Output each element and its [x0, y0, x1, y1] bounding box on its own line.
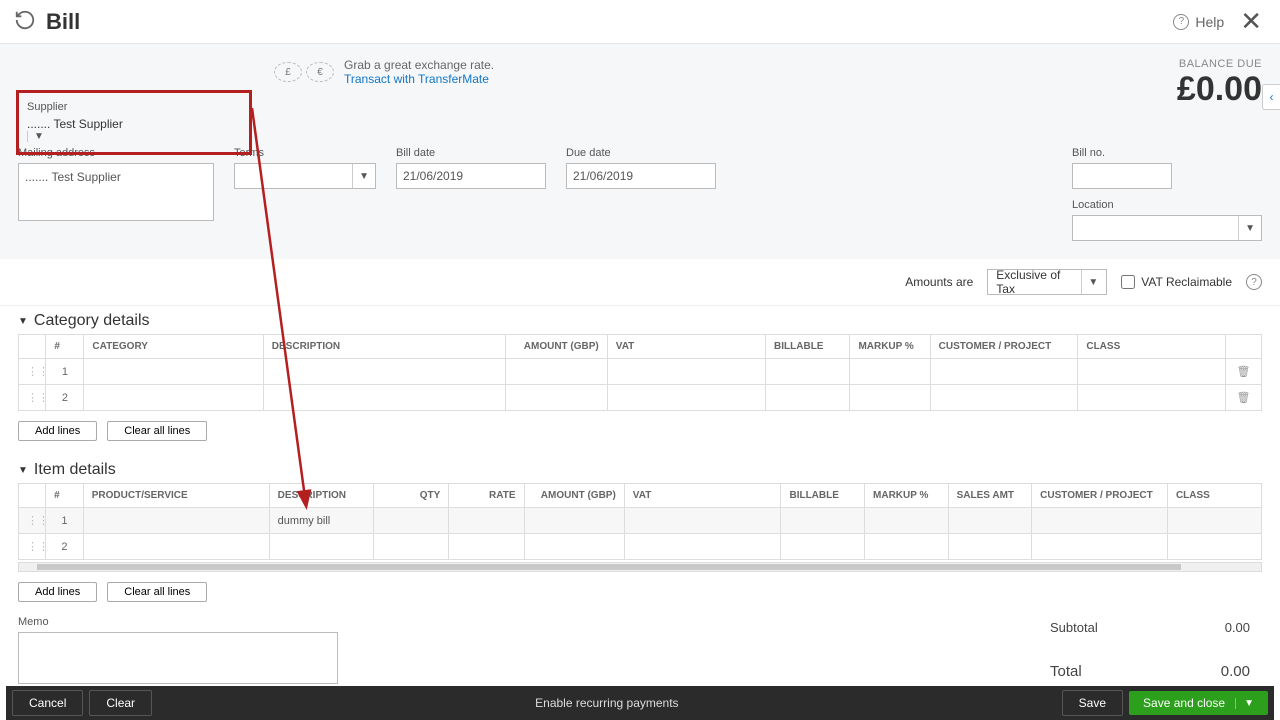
col-product: PRODUCT/SERVICE	[83, 484, 269, 508]
col-qty: QTY	[374, 484, 449, 508]
promo-line: Grab a great exchange rate.	[344, 58, 494, 72]
balance-due-label: BALANCE DUE	[1177, 58, 1262, 70]
history-icon[interactable]	[14, 9, 36, 34]
memo-input[interactable]	[18, 632, 338, 684]
col-billable: BILLABLE	[781, 484, 865, 508]
cancel-button[interactable]: Cancel	[12, 690, 83, 716]
mailing-address-input[interactable]: ....... Test Supplier	[18, 163, 214, 221]
col-amount: AMOUNT (GBP)	[524, 484, 624, 508]
amounts-label: Amounts are	[905, 275, 973, 289]
col-amount: AMOUNT (GBP)	[506, 335, 607, 359]
col-customer: CUSTOMER / PROJECT	[930, 335, 1078, 359]
col-class: CLASS	[1078, 335, 1226, 359]
col-description: DESCRIPTION	[263, 335, 506, 359]
total-label: Total	[1050, 663, 1082, 680]
chevron-down-icon: ▼	[352, 164, 369, 188]
balance-due-amount: £0.00	[1177, 70, 1262, 109]
chevron-down-icon: ▼	[1081, 270, 1098, 294]
location-select[interactable]: ▼	[1072, 215, 1262, 241]
duedate-input[interactable]: 21/06/2019	[566, 163, 716, 189]
col-num: #	[46, 484, 84, 508]
table-row[interactable]: ⋮⋮2🗑	[19, 385, 1262, 411]
currency-promo-icon: £€	[274, 62, 334, 82]
chevron-down-icon[interactable]: ▼	[1235, 698, 1254, 709]
terms-select[interactable]: ▼	[234, 163, 376, 189]
horizontal-scrollbar[interactable]	[18, 562, 1262, 572]
drag-handle-icon[interactable]: ⋮⋮	[19, 385, 46, 411]
subtotal-label: Subtotal	[1050, 620, 1098, 635]
billno-input[interactable]	[1072, 163, 1172, 189]
billno-label: Bill no.	[1072, 147, 1262, 159]
help-icon: ?	[1173, 14, 1189, 30]
col-markup: MARKUP %	[865, 484, 949, 508]
supplier-label: Supplier	[27, 101, 67, 113]
billdate-input[interactable]: 21/06/2019	[396, 163, 546, 189]
triangle-down-icon: ▼	[18, 316, 28, 327]
chevron-down-icon: ▼	[1238, 216, 1255, 240]
total-value: 0.00	[1221, 663, 1250, 680]
col-description: DESCRIPTION	[269, 484, 373, 508]
col-vat: VAT	[607, 335, 765, 359]
clear-button[interactable]: Clear	[89, 690, 152, 716]
drag-handle-icon[interactable]: ⋮⋮	[19, 359, 46, 385]
help-label: Help	[1195, 14, 1224, 30]
clear-all-lines-button[interactable]: Clear all lines	[107, 421, 207, 441]
item-description-cell[interactable]: dummy bill	[269, 508, 373, 534]
recurring-payments-link[interactable]: Enable recurring payments	[158, 696, 1056, 710]
vat-reclaimable-checkbox[interactable]: VAT Reclaimable	[1121, 275, 1232, 289]
add-lines-button[interactable]: Add lines	[18, 421, 97, 441]
save-and-close-button[interactable]: Save and close▼	[1129, 691, 1268, 715]
drag-handle-icon[interactable]: ⋮⋮	[19, 534, 46, 560]
chevron-down-icon: ▼	[27, 131, 241, 142]
col-vat: VAT	[624, 484, 781, 508]
table-row[interactable]: ⋮⋮2	[19, 534, 1262, 560]
help-button[interactable]: ? Help	[1173, 14, 1224, 30]
drag-handle-icon[interactable]: ⋮⋮	[19, 508, 46, 534]
supplier-value: ....... Test Supplier	[27, 117, 123, 131]
terms-label: Terms	[234, 147, 376, 159]
memo-label: Memo	[18, 616, 338, 628]
clear-all-lines-button[interactable]: Clear all lines	[107, 582, 207, 602]
category-details-toggle[interactable]: ▼Category details	[18, 312, 1262, 330]
billdate-label: Bill date	[396, 147, 546, 159]
supplier-select[interactable]: ....... Test Supplier ▼	[27, 117, 241, 142]
amounts-select[interactable]: Exclusive of Tax▼	[987, 269, 1107, 295]
table-row[interactable]: ⋮⋮1🗑	[19, 359, 1262, 385]
col-num: #	[46, 335, 84, 359]
supplier-highlight-annotation: Supplier ....... Test Supplier ▼	[16, 90, 252, 155]
col-customer: CUSTOMER / PROJECT	[1032, 484, 1168, 508]
help-icon[interactable]: ?	[1246, 274, 1262, 290]
location-label: Location	[1072, 199, 1262, 211]
col-markup: MARKUP %	[850, 335, 930, 359]
add-lines-button[interactable]: Add lines	[18, 582, 97, 602]
footer-bar: Cancel Clear Enable recurring payments S…	[6, 686, 1274, 720]
expand-panel-button[interactable]: ‹	[1262, 84, 1280, 110]
col-class: CLASS	[1167, 484, 1261, 508]
trash-icon[interactable]: 🗑	[1226, 359, 1262, 385]
item-details-toggle[interactable]: ▼Item details	[18, 461, 1262, 479]
triangle-down-icon: ▼	[18, 465, 28, 476]
save-button[interactable]: Save	[1062, 690, 1123, 716]
trash-icon[interactable]: 🗑	[1226, 385, 1262, 411]
subtotal-value: 0.00	[1225, 620, 1250, 635]
items-table: # PRODUCT/SERVICE DESCRIPTION QTY RATE A…	[18, 483, 1262, 560]
col-category: CATEGORY	[84, 335, 263, 359]
col-billable: BILLABLE	[766, 335, 850, 359]
col-sales: SALES AMT	[948, 484, 1032, 508]
table-row[interactable]: ⋮⋮1dummy bill	[19, 508, 1262, 534]
item-description-cell[interactable]	[269, 534, 373, 560]
duedate-label: Due date	[566, 147, 716, 159]
category-table: # CATEGORY DESCRIPTION AMOUNT (GBP) VAT …	[18, 334, 1262, 411]
close-icon[interactable]: ✕	[1240, 6, 1262, 37]
col-rate: RATE	[449, 484, 524, 508]
promo-link[interactable]: Transact with TransferMate	[344, 72, 489, 86]
page-title: Bill	[46, 9, 80, 35]
